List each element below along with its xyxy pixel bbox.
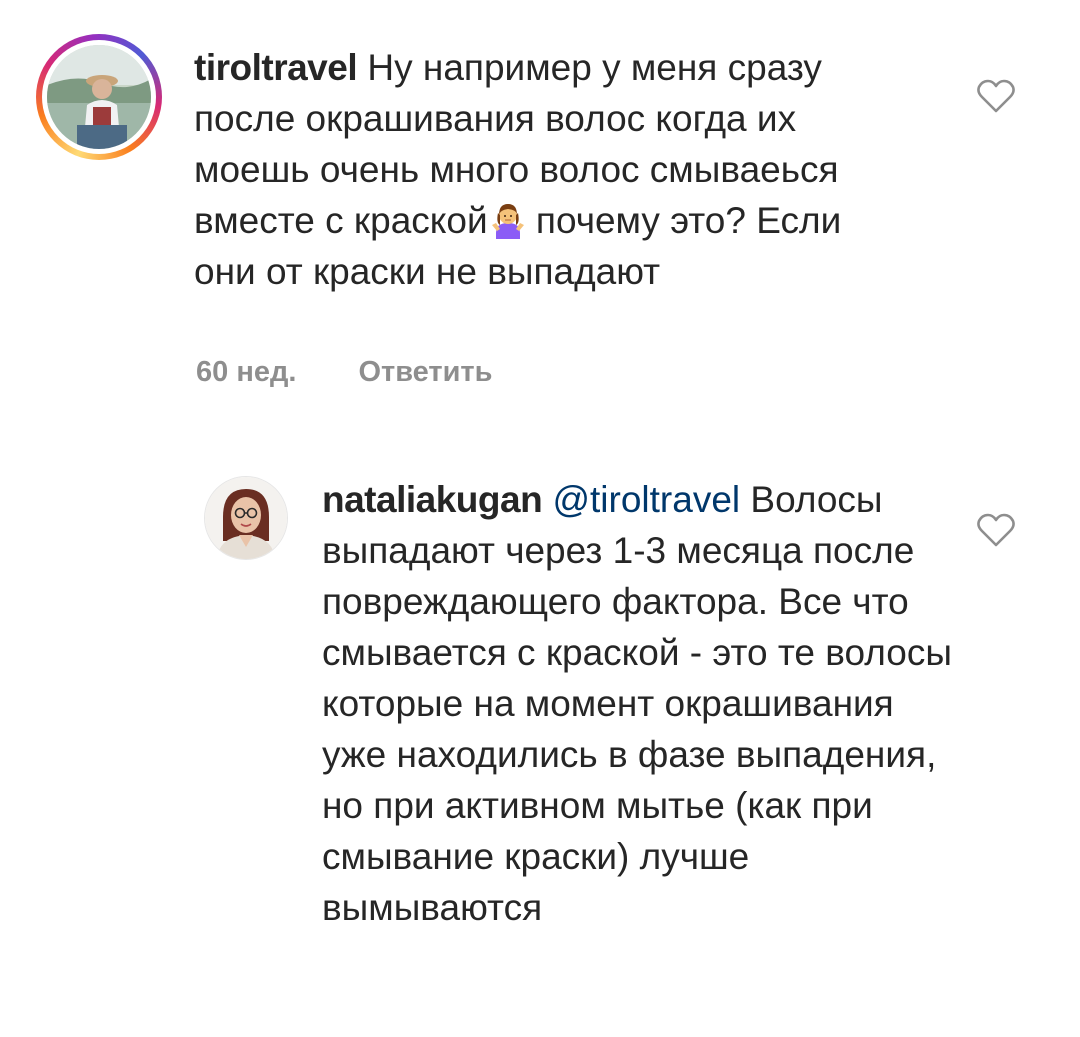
comment-item: tiroltravel Ну например у меня сразу пос… [0, 0, 1080, 420]
comment-text: tiroltravel Ну например у меня сразу пос… [194, 42, 894, 297]
avatar [47, 45, 151, 149]
reply-item: nataliakugan @tiroltravel Волосы выпадаю… [0, 460, 1080, 1037]
reply-username[interactable]: nataliakugan [322, 479, 543, 520]
comment-meta: 60 нед. Ответить [196, 356, 492, 389]
person-shrugging-emoji [491, 204, 524, 239]
comment-username[interactable]: tiroltravel [194, 47, 358, 88]
avatar-photo [205, 477, 287, 559]
mention-link[interactable]: @tiroltravel [552, 479, 740, 520]
avatar-story-ring[interactable] [36, 34, 162, 160]
avatar[interactable] [204, 476, 288, 560]
avatar-ring-gap [42, 40, 156, 154]
heart-outline-icon[interactable] [976, 512, 1016, 548]
reply-body: Волосы выпадают через 1-3 месяца после п… [322, 479, 952, 928]
comment-timestamp: 60 нед. [196, 356, 297, 388]
heart-outline-icon[interactable] [976, 78, 1016, 114]
reply-text: nataliakugan @tiroltravel Волосы выпадаю… [322, 474, 962, 933]
reply-button[interactable]: Ответить [358, 356, 492, 389]
